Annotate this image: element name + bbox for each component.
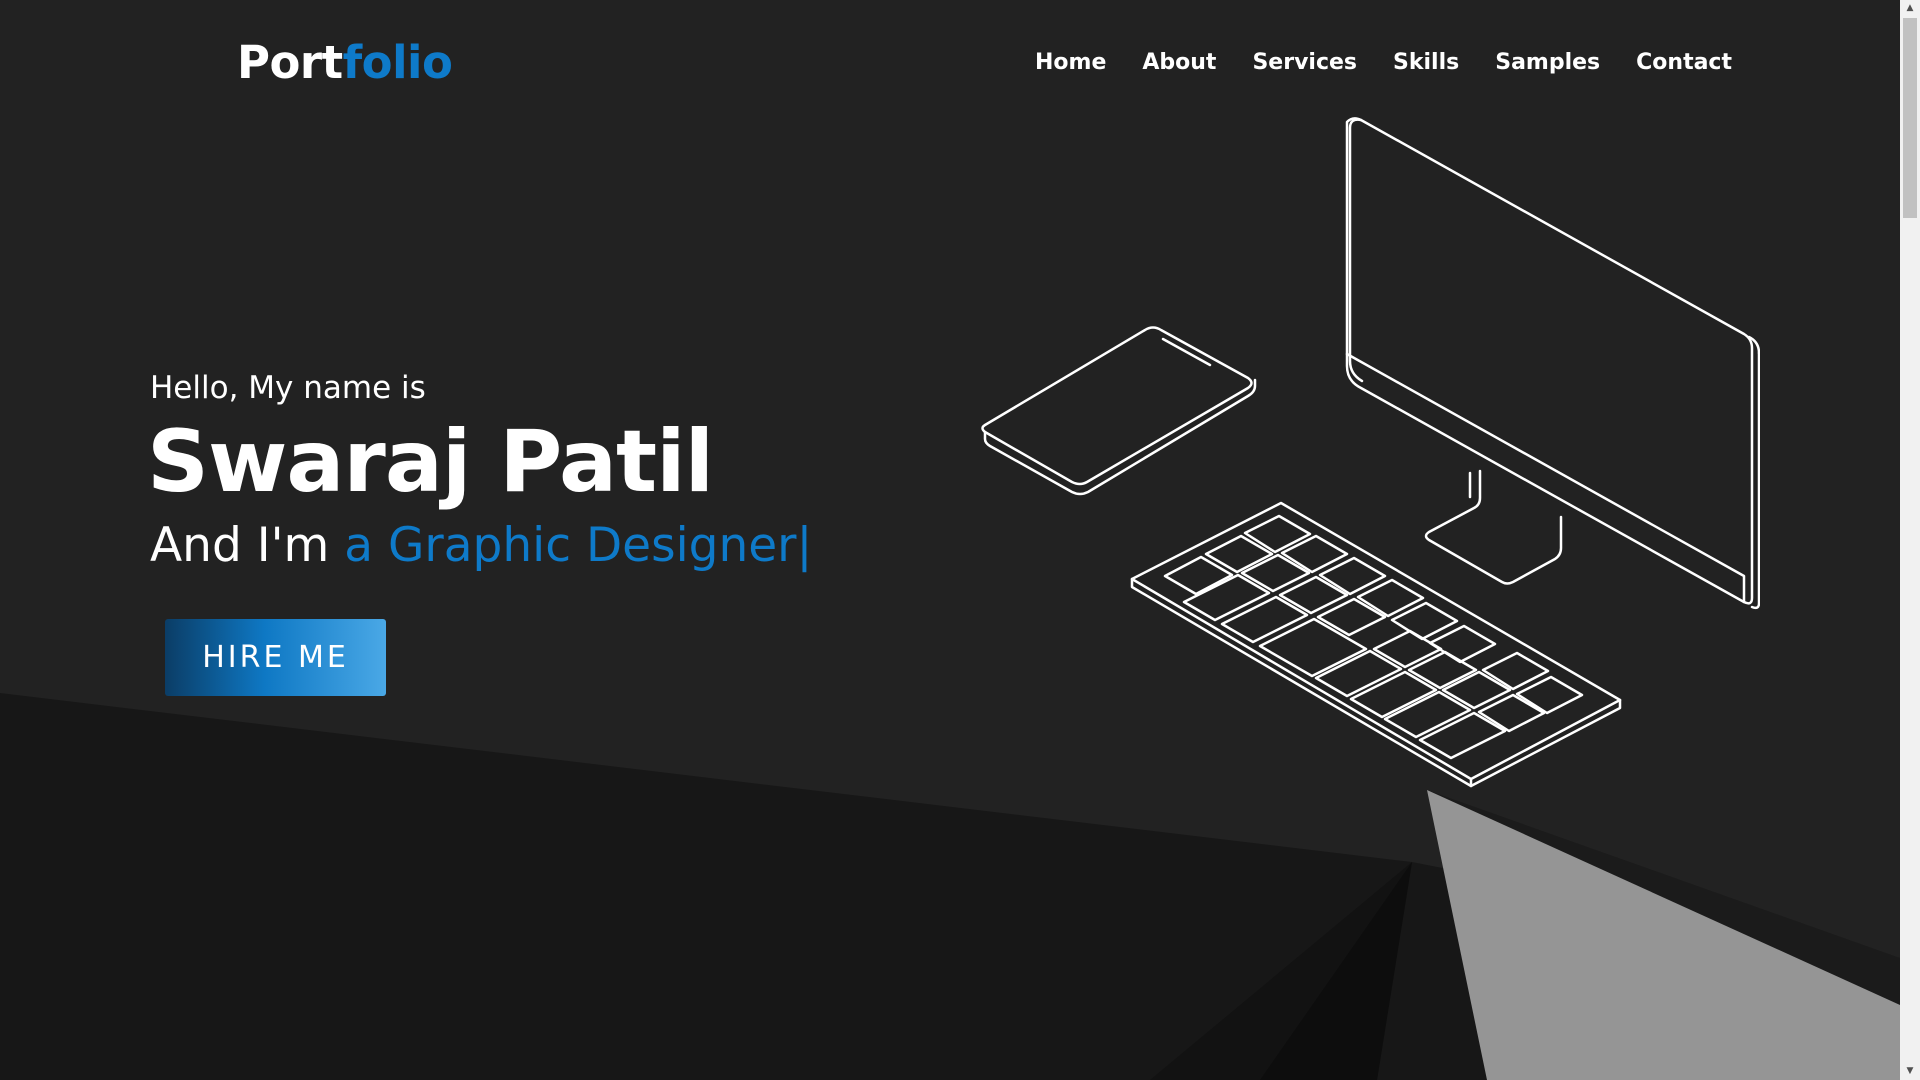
hire-me-button[interactable]: HIRE ME xyxy=(165,619,386,696)
main-nav: Home About Services Skills Samples Conta… xyxy=(1035,49,1768,77)
portfolio-page: Portfolio Home About Services Skills Sam… xyxy=(0,0,1920,1080)
nav-item-services[interactable]: Services xyxy=(1252,49,1357,77)
portfolio-logo[interactable]: Portfolio xyxy=(237,36,453,89)
nav-item-contact[interactable]: Contact xyxy=(1636,49,1732,77)
vertical-scrollbar[interactable]: ▲ ▼ xyxy=(1900,0,1920,1080)
hero-role: And I'm a Graphic Designer| xyxy=(150,516,812,576)
role-prefix: And I'm xyxy=(150,518,345,573)
scroll-up-icon[interactable]: ▲ xyxy=(1900,0,1920,17)
role-typed-text: a Graphic Designer xyxy=(344,518,797,573)
devices-illustration xyxy=(981,117,1760,788)
keyboard-icon xyxy=(1130,501,1622,788)
nav-item-home[interactable]: Home xyxy=(1035,49,1106,77)
scroll-thumb[interactable] xyxy=(1903,18,1917,218)
monitor-icon xyxy=(1345,117,1760,610)
phone-icon xyxy=(981,326,1257,496)
hero-name: Swaraj Patil xyxy=(147,412,714,512)
logo-part-2: folio xyxy=(342,36,453,89)
scroll-down-icon[interactable]: ▼ xyxy=(1900,1063,1920,1080)
nav-item-samples[interactable]: Samples xyxy=(1495,49,1600,77)
hero-greeting: Hello, My name is xyxy=(150,370,426,406)
typing-cursor: | xyxy=(796,518,813,573)
logo-part-1: Port xyxy=(237,36,343,89)
hero-section: Hello, My name is Swaraj Patil And I'm a… xyxy=(147,368,812,576)
nav-item-skills[interactable]: Skills xyxy=(1393,49,1459,77)
nav-item-about[interactable]: About xyxy=(1142,49,1216,77)
